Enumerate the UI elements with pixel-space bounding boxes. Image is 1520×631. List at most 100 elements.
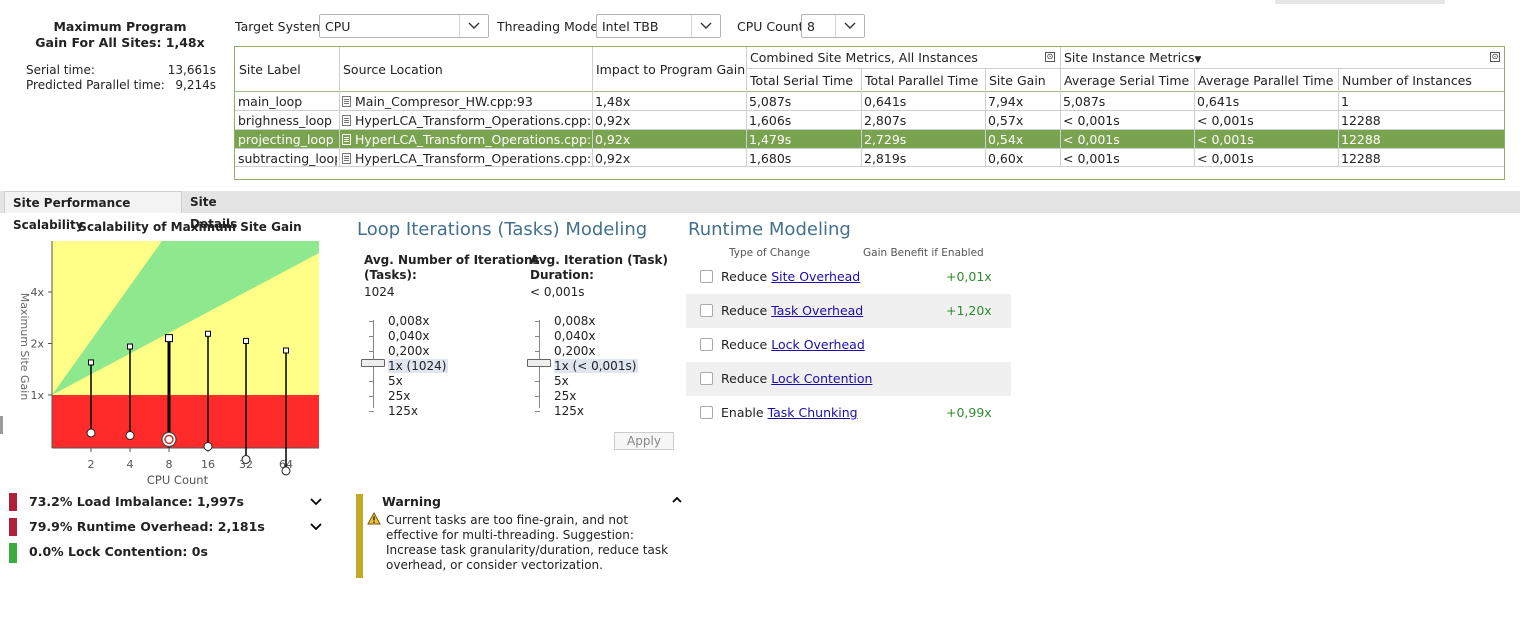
runtime-option-link[interactable]: Lock Overhead (771, 337, 865, 352)
issue-severity-bar (9, 518, 17, 536)
slider-option-label[interactable]: 5x (388, 374, 403, 388)
column-header[interactable]: Total Serial Time (750, 73, 853, 88)
issue-title[interactable]: 79.9% Runtime Overhead: 2,181s (29, 519, 265, 534)
enable-checkbox[interactable] (700, 270, 713, 283)
sort-down-icon: ▼ (1194, 55, 1202, 65)
slider-option-label[interactable]: 0,008x (554, 314, 595, 328)
table-cell[interactable]: 12288 (1341, 113, 1502, 128)
table-cell[interactable]: 0,54x (988, 132, 1058, 147)
slider-option-label[interactable]: 1x (1024) (388, 359, 449, 373)
row-separator (235, 110, 1504, 111)
enable-checkbox[interactable] (700, 304, 713, 317)
slider-option-label[interactable]: 0,200x (388, 344, 429, 358)
chevron-up-icon[interactable] (672, 496, 682, 504)
table-cell[interactable]: < 0,001s (1197, 132, 1336, 147)
splitter-handle[interactable] (0, 416, 4, 434)
table-cell[interactable]: 1,479s (749, 132, 859, 147)
column-header[interactable]: Site Label (239, 62, 301, 77)
collapse-columns-icon[interactable]: ⊙ (1490, 52, 1500, 62)
runtime-option-verb: Reduce (721, 269, 772, 284)
table-cell[interactable]: 0,60x (988, 151, 1058, 166)
combined-metrics-group-header: Combined Site Metrics, All Instances (750, 50, 978, 65)
column-header[interactable]: Source Location (343, 62, 443, 77)
table-cell[interactable]: 1,680s (749, 151, 859, 166)
issue-title[interactable]: 73.2% Load Imbalance: 1,997s (29, 494, 244, 509)
runtime-option-verb: Reduce (721, 337, 772, 352)
table-cell[interactable]: 2,807s (864, 113, 983, 128)
slider-option-label[interactable]: 25x (388, 389, 410, 403)
threading-model-select[interactable]: Intel TBB (596, 14, 721, 38)
enable-checkbox[interactable] (700, 338, 713, 351)
column-header[interactable]: Average Parallel Time (1198, 73, 1333, 88)
slider-option-label[interactable]: 0,008x (388, 314, 429, 328)
table-cell[interactable]: 0,92x (595, 132, 744, 147)
column-separator (1194, 69, 1195, 166)
tab-site-details[interactable]: Site Details (182, 191, 272, 231)
table-cell[interactable]: projecting_loop (238, 132, 337, 147)
table-cell[interactable]: HyperLCA_Transform_Operations.cpp:173 (342, 132, 590, 147)
slider-option-label[interactable]: 25x (554, 389, 576, 403)
table-cell[interactable]: 0,57x (988, 113, 1058, 128)
slider-option-label[interactable]: 0,040x (388, 329, 429, 343)
chevron-down-icon[interactable] (310, 495, 322, 509)
target-system-select[interactable]: CPU (319, 14, 489, 38)
runtime-option-link[interactable]: Task Overhead (771, 303, 863, 318)
column-header[interactable]: Impact to Program Gain (596, 62, 745, 77)
warning-icon (367, 512, 381, 525)
issue-severity-bar (9, 543, 17, 563)
column-header[interactable]: Total Parallel Time (865, 73, 978, 88)
table-cell[interactable]: brighness_loop (238, 113, 337, 128)
tab-site-performance-scalability[interactable]: Site Performance Scalability (4, 191, 182, 232)
cpu-count-select[interactable]: 8 (801, 14, 865, 38)
runtime-option-link[interactable]: Task Chunking (768, 405, 858, 420)
table-cell[interactable]: 1,48x (595, 94, 744, 109)
runtime-option-link[interactable]: Lock Contention (771, 371, 872, 386)
table-cell[interactable]: 2,729s (864, 132, 983, 147)
slider-option-label[interactable]: 5x (554, 374, 569, 388)
slider-option-label[interactable]: 0,040x (554, 329, 595, 343)
table-cell[interactable]: 5,087s (1063, 94, 1192, 109)
chevron-down-icon[interactable] (310, 520, 322, 534)
table-cell[interactable]: main_loop (238, 94, 337, 109)
apply-button[interactable]: Apply (614, 432, 674, 450)
slider-option-label[interactable]: 125x (554, 404, 584, 418)
table-cell[interactable]: 1 (1341, 94, 1502, 109)
issue-title[interactable]: 0.0% Lock Contention: 0s (29, 544, 208, 559)
slider-option-label[interactable]: 0,200x (554, 344, 595, 358)
cpu-count-label: CPU Count: (737, 19, 808, 34)
slider-thumb[interactable] (361, 359, 385, 367)
slider-thumb[interactable] (527, 359, 551, 367)
table-cell[interactable]: < 0,001s (1063, 132, 1192, 147)
table-cell[interactable]: 12288 (1341, 151, 1502, 166)
table-cell[interactable]: < 0,001s (1063, 151, 1192, 166)
column-header[interactable]: Average Serial Time (1064, 73, 1189, 88)
table-cell[interactable]: 2,819s (864, 151, 983, 166)
runtime-option-link[interactable]: Site Overhead (771, 269, 860, 284)
slider-tick (535, 351, 540, 352)
table-cell[interactable]: < 0,001s (1197, 151, 1336, 166)
table-cell[interactable]: 0,641s (1197, 94, 1336, 109)
table-cell[interactable]: HyperLCA_Transform_Operations.cpp:126 (342, 113, 590, 128)
slider-option-label[interactable]: 125x (388, 404, 418, 418)
table-cell[interactable]: < 0,001s (1197, 113, 1336, 128)
table-cell[interactable]: Main_Compresor_HW.cpp:93 (342, 94, 590, 109)
column-header[interactable]: Number of Instances (1342, 73, 1472, 88)
instance-metrics-group-header[interactable]: Site Instance Metrics▼ (1064, 50, 1201, 65)
table-cell[interactable]: 12288 (1341, 132, 1502, 147)
table-cell[interactable]: 1,606s (749, 113, 859, 128)
slider-option-label[interactable]: 1x (< 0,001s) (554, 359, 639, 373)
file-icon (342, 134, 351, 145)
table-cell[interactable]: 5,087s (749, 94, 859, 109)
table-cell[interactable]: HyperLCA_Transform_Operations.cpp:198 (342, 151, 590, 166)
enable-checkbox[interactable] (700, 406, 713, 419)
table-cell[interactable]: 0,92x (595, 151, 744, 166)
table-cell[interactable]: subtracting_loop (238, 151, 337, 166)
table-cell[interactable]: 0,641s (864, 94, 983, 109)
table-cell[interactable]: 7,94x (988, 94, 1058, 109)
enable-checkbox[interactable] (700, 372, 713, 385)
collapse-columns-icon[interactable]: ⊙ (1045, 52, 1055, 62)
column-header[interactable]: Site Gain (989, 73, 1046, 88)
table-cell[interactable]: 0,92x (595, 113, 744, 128)
table-cell[interactable]: < 0,001s (1063, 113, 1192, 128)
x-axis-label: CPU Count (147, 473, 209, 487)
